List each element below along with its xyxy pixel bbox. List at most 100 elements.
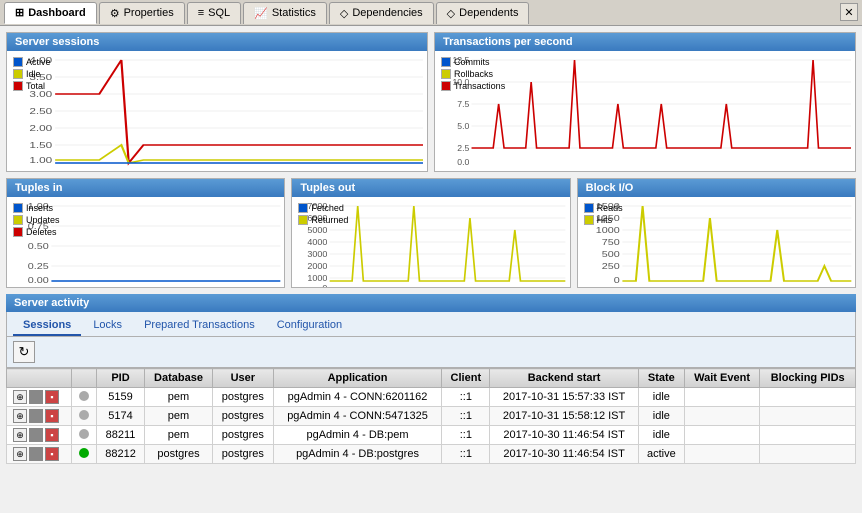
table-controls: ↻ [6, 337, 856, 368]
activity-title: Server activity [6, 294, 856, 312]
row-info-btn[interactable]: ⊕ [13, 390, 27, 404]
col-wait-event: Wait Event [684, 369, 760, 388]
deletes-color [13, 227, 23, 237]
total-color [13, 81, 23, 91]
block-io-chart: Reads Hits 1500 1250 1000 [578, 197, 855, 287]
row-status-cell [71, 445, 96, 464]
pid-cell: 5174 [97, 407, 145, 426]
table-row: ⊕ ▪ 88211 pem postgres pgAdmin 4 - DB:pe… [7, 426, 856, 445]
status-dot [79, 410, 89, 420]
row-controls-cell: ⊕ ▪ [7, 445, 72, 464]
tab-locks[interactable]: Locks [83, 316, 132, 336]
block-io-title: Block I/O [578, 179, 855, 197]
tab-prepared-transactions[interactable]: Prepared Transactions [134, 316, 265, 336]
svg-text:1.00: 1.00 [29, 157, 52, 166]
row-stop-btn[interactable] [29, 428, 43, 442]
svg-text:2.00: 2.00 [29, 125, 52, 134]
row-info-btn[interactable]: ⊕ [13, 409, 27, 423]
tab-dependencies[interactable]: ◇ Dependencies [329, 2, 434, 24]
state-cell: active [638, 445, 684, 464]
tab-configuration[interactable]: Configuration [267, 316, 352, 336]
tab-dashboard[interactable]: ⊞ Dashboard [4, 2, 97, 24]
client-cell: ::1 [442, 426, 490, 445]
user-cell: postgres [212, 407, 273, 426]
transactions-panel: Transactions per second Commits Rollback… [434, 32, 856, 172]
wait-event-cell [684, 407, 760, 426]
blocking-pids-cell [760, 407, 856, 426]
row-kill-btn[interactable]: ▪ [45, 428, 59, 442]
dependencies-icon: ◇ [340, 7, 348, 20]
application-cell: pgAdmin 4 - CONN:5471325 [273, 407, 442, 426]
tuples-out-title: Tuples out [292, 179, 569, 197]
tab-sessions[interactable]: Sessions [13, 316, 81, 336]
backend-start-cell: 2017-10-30 11:46:54 IST [490, 426, 639, 445]
svg-text:0.25: 0.25 [28, 262, 49, 271]
refresh-button[interactable]: ↻ [13, 341, 35, 363]
user-cell: postgres [212, 445, 273, 464]
row-controls-cell: ⊕ ▪ [7, 388, 72, 407]
status-dot [79, 429, 89, 439]
hits-color [584, 215, 594, 225]
legend-updates: Updates [13, 215, 60, 225]
legend-fetched: Fetched [298, 203, 348, 213]
commits-color [441, 57, 451, 67]
sql-icon: ≡ [198, 7, 204, 19]
row-stop-btn[interactable] [29, 390, 43, 404]
activity-tabs: Sessions Locks Prepared Transactions Con… [6, 312, 856, 337]
reads-color [584, 203, 594, 213]
col-status [71, 369, 96, 388]
active-color [13, 57, 23, 67]
row-status-cell [71, 388, 96, 407]
tab-dependents[interactable]: ◇ Dependents [436, 2, 530, 24]
svg-text:0.50: 0.50 [28, 242, 49, 251]
row-kill-btn[interactable]: ▪ [45, 390, 59, 404]
backend-start-cell: 2017-10-30 11:46:54 IST [490, 445, 639, 464]
table-row: ⊕ ▪ 5174 pem postgres pgAdmin 4 - CONN:5… [7, 407, 856, 426]
server-sessions-chart: Active Idle Total [7, 51, 427, 171]
tab-properties[interactable]: ⚙ Properties [99, 2, 185, 24]
col-actions [7, 369, 72, 388]
hits-label: Hits [597, 215, 613, 225]
active-label: Active [26, 57, 51, 67]
col-application: Application [273, 369, 442, 388]
dashboard-icon: ⊞ [15, 6, 24, 19]
status-dot [79, 391, 89, 401]
row-status-cell [71, 407, 96, 426]
svg-text:4000: 4000 [308, 237, 328, 246]
legend-active: Active [13, 57, 51, 67]
updates-label: Updates [26, 215, 60, 225]
deletes-label: Deletes [26, 227, 57, 237]
main-content: Server sessions Active Idle Total [0, 26, 862, 513]
application-cell: pgAdmin 4 - DB:pem [273, 426, 442, 445]
tab-statistics[interactable]: 📈 Statistics [243, 2, 327, 24]
row-controls-cell: ⊕ ▪ [7, 426, 72, 445]
server-sessions-title: Server sessions [7, 33, 427, 51]
database-cell: pem [144, 388, 212, 407]
row-kill-btn[interactable]: ▪ [45, 447, 59, 461]
transactions-label: Transactions [454, 81, 505, 91]
user-cell: postgres [212, 426, 273, 445]
svg-text:750: 750 [601, 238, 619, 247]
tuples-in-panel: Tuples in Inserts Updates Deletes [6, 178, 285, 288]
col-user: User [212, 369, 273, 388]
col-pid: PID [97, 369, 145, 388]
inserts-color [13, 203, 23, 213]
row-stop-btn[interactable] [29, 447, 43, 461]
backend-start-cell: 2017-10-31 15:57:33 IST [490, 388, 639, 407]
col-state: State [638, 369, 684, 388]
database-cell: postgres [144, 445, 212, 464]
block-io-panel: Block I/O Reads Hits [577, 178, 856, 288]
row-info-btn[interactable]: ⊕ [13, 447, 27, 461]
col-backend-start: Backend start [490, 369, 639, 388]
svg-text:5.0: 5.0 [457, 121, 469, 131]
blocking-pids-cell [760, 445, 856, 464]
svg-text:0.00: 0.00 [28, 276, 49, 285]
row-kill-btn[interactable]: ▪ [45, 409, 59, 423]
transactions-color [441, 81, 451, 91]
svg-text:1000: 1000 [308, 273, 328, 282]
row-stop-btn[interactable] [29, 409, 43, 423]
tab-sql[interactable]: ≡ SQL [187, 2, 241, 24]
row-info-btn[interactable]: ⊕ [13, 428, 27, 442]
svg-text:3000: 3000 [308, 249, 328, 258]
close-button[interactable]: ✕ [840, 3, 858, 21]
